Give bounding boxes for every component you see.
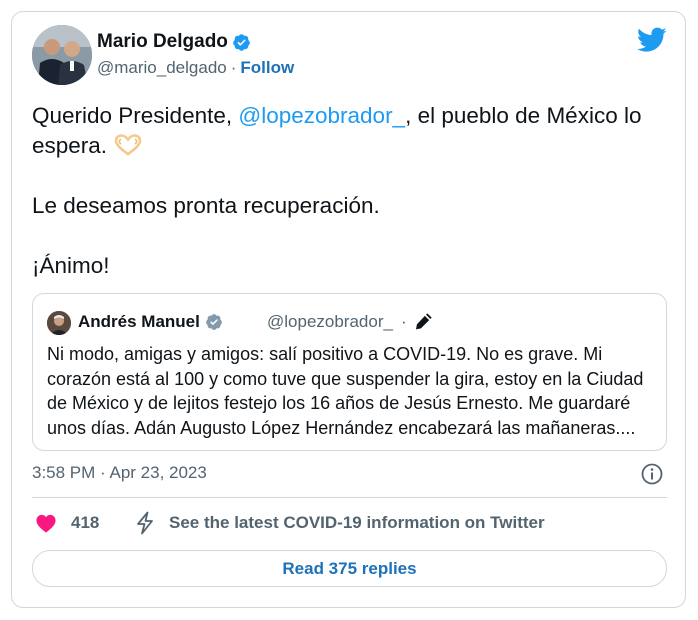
verified-badge-icon <box>233 33 250 51</box>
tweet-paragraph-2: Le deseamos pronta recuperación. <box>32 193 380 218</box>
heart-hands-emoji-icon <box>114 134 142 156</box>
info-icon[interactable] <box>641 463 663 485</box>
twitter-bird-icon[interactable] <box>637 27 667 53</box>
follow-button[interactable]: Follow <box>240 58 294 77</box>
covid-info-link[interactable]: See the latest COVID-19 information on T… <box>169 513 545 533</box>
tweet-timestamp[interactable]: 3:58 PM · Apr 23, 2023 <box>32 463 207 483</box>
tweet-paragraph-3: ¡Ánimo! <box>32 253 110 278</box>
heart-icon[interactable] <box>35 513 57 533</box>
author-handle[interactable]: @mario_delgado <box>97 58 227 77</box>
separator-dot: · <box>230 58 237 77</box>
quoted-author-avatar <box>47 311 71 335</box>
lightning-bolt-icon[interactable] <box>135 511 155 535</box>
divider <box>32 497 667 498</box>
tweet-text: Querido Presidente, @lopezobrador_, el p… <box>32 101 672 281</box>
pencil-edit-icon <box>415 313 432 330</box>
quoted-tweet-text: Ni modo, amigas y amigos: salí positivo … <box>47 344 644 438</box>
separator-dot: · <box>400 312 407 331</box>
like-count[interactable]: 418 <box>71 513 99 533</box>
quoted-author-handle: @lopezobrador_ <box>267 312 393 331</box>
author-avatar[interactable] <box>32 25 92 85</box>
author-handle-row: @mario_delgado · Follow <box>97 58 294 78</box>
quoted-tweet[interactable]: Andrés Manuel @lopezobrador_ · Ni modo, … <box>32 293 667 451</box>
author-name[interactable]: Mario Delgado <box>97 31 251 53</box>
quoted-author-handle-row: @lopezobrador_ · <box>267 312 433 332</box>
mention-link[interactable]: @lopezobrador_ <box>238 103 405 128</box>
read-replies-button[interactable]: Read 375 replies <box>32 550 667 587</box>
quoted-author-name: Andrés Manuel <box>78 312 223 332</box>
tweet-paragraph-1: Querido Presidente, @lopezobrador_, el p… <box>32 103 642 158</box>
verified-badge-icon <box>205 314 222 330</box>
